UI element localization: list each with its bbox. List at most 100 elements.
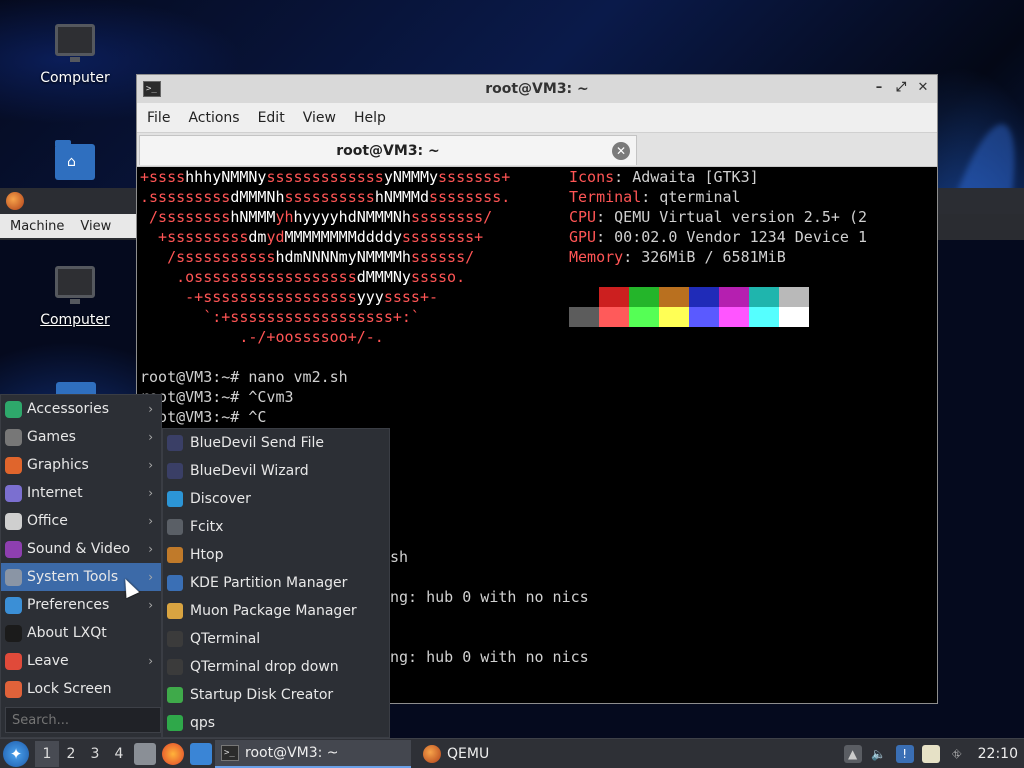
palette-swatch xyxy=(629,287,659,307)
chevron-right-icon: › xyxy=(148,654,153,668)
chevron-right-icon: › xyxy=(148,402,153,416)
palette-swatch xyxy=(569,287,599,307)
menu-actions[interactable]: Actions xyxy=(182,110,251,126)
menu-item-games[interactable]: Games › xyxy=(1,423,161,451)
menu-edit[interactable]: Edit xyxy=(252,110,297,126)
menu-help[interactable]: Help xyxy=(348,110,398,126)
qemu-menu-view[interactable]: View xyxy=(80,219,111,234)
terminal-icon xyxy=(167,659,183,675)
accessories-icon xyxy=(5,400,22,418)
ascii-art-line: .sssssssssdMMMNhsssssssssshNMMMdssssssss… xyxy=(140,188,511,206)
file-manager-icon[interactable] xyxy=(134,742,156,765)
package-icon xyxy=(167,603,183,619)
palette-swatch xyxy=(749,307,779,327)
about-icon xyxy=(5,624,22,642)
submenu-item-bluedevil-wizard[interactable]: BlueDevil Wizard xyxy=(163,457,389,485)
desktop-icon-home[interactable]: ⌂ xyxy=(30,140,120,180)
workspace-2[interactable]: 2 xyxy=(59,741,83,767)
menu-item-accessories[interactable]: Accessories › xyxy=(1,395,161,423)
menu-file[interactable]: File xyxy=(141,110,182,126)
submenu-item-muon-package-manager[interactable]: Muon Package Manager xyxy=(163,597,389,625)
clipboard-icon[interactable] xyxy=(921,745,940,763)
desktop-icon-computer[interactable]: Computer xyxy=(30,24,120,86)
tab-close-icon[interactable]: ✕ xyxy=(612,142,630,160)
preferences-icon xyxy=(5,596,22,614)
palette-swatch xyxy=(779,307,809,327)
close-button[interactable]: ✕ xyxy=(915,80,931,96)
show-desktop-icon[interactable] xyxy=(190,742,212,765)
tab-title: root@VM3: ~ xyxy=(336,142,440,159)
chevron-right-icon: › xyxy=(148,598,153,612)
disk-creator-icon xyxy=(167,687,183,703)
terminal-icon xyxy=(167,631,183,647)
home-folder-icon: ⌂ xyxy=(55,140,95,180)
terminal-line: root@VM3:~# nano vm2.sh xyxy=(140,368,348,386)
system-tools-icon xyxy=(5,568,22,586)
menu-item-label: Internet xyxy=(27,485,83,501)
qemu-icon xyxy=(423,744,441,763)
task-qemu[interactable]: QEMU xyxy=(417,740,597,768)
menu-item-leave[interactable]: Leave › xyxy=(1,647,161,675)
menu-item-label: Leave xyxy=(27,653,69,669)
submenu-item-bluedevil-send-file[interactable]: BlueDevil Send File xyxy=(163,429,389,457)
chevron-right-icon: › xyxy=(148,570,153,584)
games-icon xyxy=(5,428,22,446)
palette-swatch xyxy=(659,307,689,327)
volume-icon[interactable]: 🔈 xyxy=(870,745,888,763)
menu-item-internet[interactable]: Internet › xyxy=(1,479,161,507)
tray-arrow-icon[interactable]: ▲ xyxy=(843,745,862,763)
ascii-art-line: /ssssssssssshdmNNNNmyNMMMMhssssss/ xyxy=(140,248,475,266)
submenu-item-htop[interactable]: Htop xyxy=(163,541,389,569)
task-terminal[interactable]: >_ root@VM3: ~ xyxy=(215,739,411,768)
notification-icon[interactable]: ! xyxy=(895,745,914,763)
workspace-3[interactable]: 3 xyxy=(83,741,107,767)
submenu-item-fcitx[interactable]: Fcitx xyxy=(163,513,389,541)
clock[interactable]: 22:10 xyxy=(978,746,1018,762)
workspace-4[interactable]: 4 xyxy=(107,741,131,767)
minimize-button[interactable]: – xyxy=(871,80,887,96)
terminal-titlebar[interactable]: >_ root@VM3: ~ – ⤢ ✕ xyxy=(137,75,937,103)
menu-search-input[interactable] xyxy=(5,707,161,733)
ascii-art-line: +sssshhhyNMMNysssssssssssssyNMMMysssssss… xyxy=(140,168,511,186)
menu-item-label: Sound & Video xyxy=(27,541,131,557)
menu-item-lock-screen[interactable]: Lock Screen xyxy=(1,675,161,703)
bluetooth-icon xyxy=(167,435,183,451)
submenu-item-kde-partition-manager[interactable]: KDE Partition Manager xyxy=(163,569,389,597)
menu-item-label: Office xyxy=(27,513,68,529)
firefox-icon[interactable] xyxy=(162,742,184,765)
submenu-item-qterminal-drop-down[interactable]: QTerminal drop down xyxy=(163,653,389,681)
qemu-icon xyxy=(6,192,24,210)
submenu-item-label: qps xyxy=(190,715,216,731)
menu-item-sound-video[interactable]: Sound & Video › xyxy=(1,535,161,563)
menu-item-about-lxqt[interactable]: About LXQt xyxy=(1,619,161,647)
chevron-right-icon: › xyxy=(148,542,153,556)
chevron-right-icon: › xyxy=(148,430,153,444)
ascii-art-line: `:+ssssssssssssssssss+:` xyxy=(140,308,420,326)
start-menu-button[interactable]: ✦ xyxy=(3,740,29,767)
menu-item-office[interactable]: Office › xyxy=(1,507,161,535)
maximize-button[interactable]: ⤢ xyxy=(893,80,909,96)
guest-desktop-icon-computer[interactable]: Computer xyxy=(30,266,120,328)
submenu-item-label: QTerminal xyxy=(190,631,261,647)
palette-swatch xyxy=(659,287,689,307)
submenu-item-qps[interactable]: qps xyxy=(163,709,389,737)
sysinfo-line: Memory: 326MiB / 6581MiB xyxy=(569,248,786,266)
network-icon[interactable]: ⛗ xyxy=(948,745,966,763)
submenu-item-discover[interactable]: Discover xyxy=(163,485,389,513)
menu-view[interactable]: View xyxy=(297,110,348,126)
terminal-tab[interactable]: root@VM3: ~ ✕ xyxy=(139,135,637,165)
qemu-menu-machine[interactable]: Machine xyxy=(10,219,64,234)
menu-item-label: Lock Screen xyxy=(27,681,112,697)
menu-item-graphics[interactable]: Graphics › xyxy=(1,451,161,479)
submenu-item-qterminal[interactable]: QTerminal xyxy=(163,625,389,653)
menu-item-label: Games xyxy=(27,429,76,445)
menu-item-preferences[interactable]: Preferences › xyxy=(1,591,161,619)
lock-icon xyxy=(5,680,22,698)
workspace-1[interactable]: 1 xyxy=(35,740,59,767)
submenu-item-startup-disk-creator[interactable]: Startup Disk Creator xyxy=(163,681,389,709)
chevron-right-icon: › xyxy=(148,514,153,528)
desktop-icon-label: Computer xyxy=(40,70,110,86)
task-label: QEMU xyxy=(447,745,490,762)
ascii-art-line: +sssssssssdmydMMMMMMMMddddyssssssss+ xyxy=(140,228,484,246)
menu-item-label: System Tools xyxy=(27,569,119,585)
